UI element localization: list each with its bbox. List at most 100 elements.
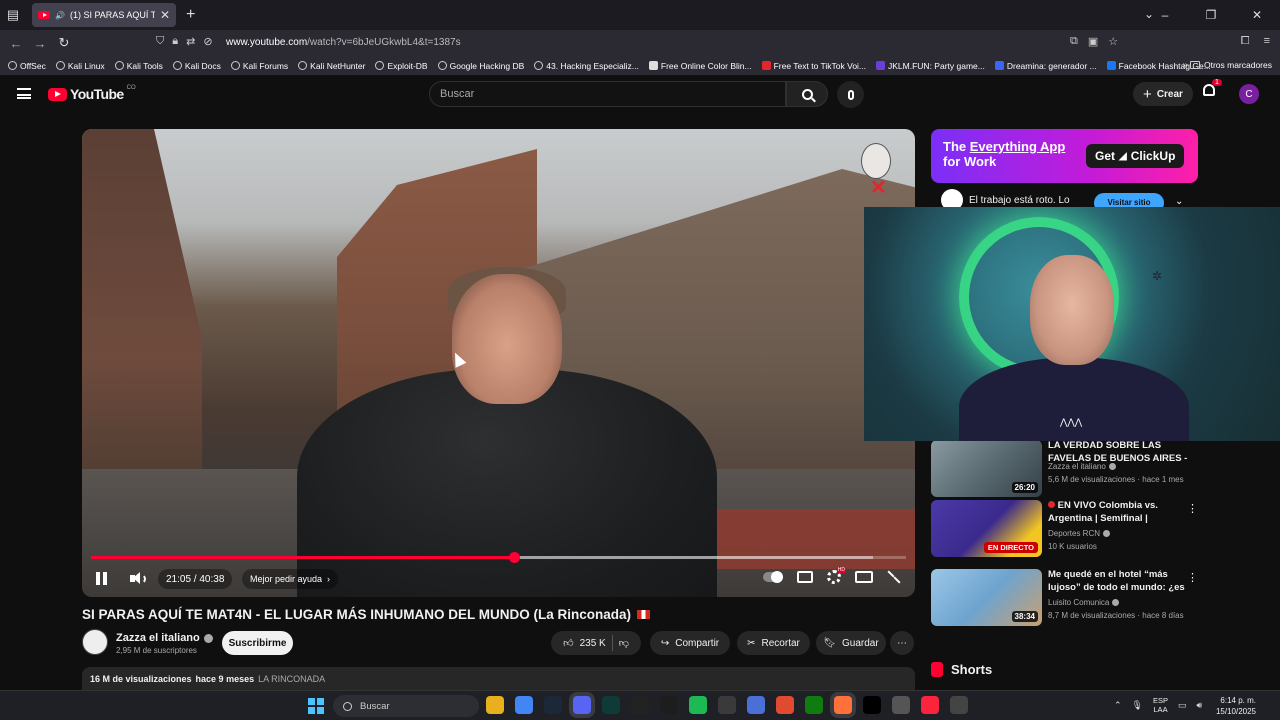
theater-mode-icon[interactable] — [855, 571, 873, 583]
url-bar[interactable]: www.youtube.com/watch?v=6bJeUGkwbL4&t=13… — [226, 37, 461, 48]
tracking-icon[interactable]: ⊘ — [203, 35, 212, 48]
bookmark-kali-tools[interactable]: Kali Tools — [114, 61, 163, 71]
maximize-icon[interactable]: ❐ — [1188, 8, 1234, 22]
taskbar-app-icon[interactable] — [718, 696, 736, 714]
bookmark-google-hacking-db[interactable]: Google Hacking DB — [437, 61, 524, 71]
account-avatar[interactable]: C — [1239, 84, 1259, 104]
bookmark-kali-linux[interactable]: Kali Linux — [55, 61, 105, 71]
bookmark-kali-forums[interactable]: Kali Forums — [230, 61, 288, 71]
bookmark-exploit-db[interactable]: Exploit-DB — [375, 61, 428, 71]
taskbar-app-icon[interactable] — [834, 696, 852, 714]
forward-icon[interactable]: → — [28, 36, 52, 51]
progress-bar[interactable] — [91, 552, 906, 563]
network-icon[interactable]: ▭ — [1178, 700, 1187, 711]
system-clock[interactable]: 6:14 p. m. 15/10/2025 — [1216, 695, 1256, 717]
recommendation-item[interactable]: 38:34 Me quedé en el hotel “más lujoso” … — [931, 569, 1198, 633]
permissions-icon[interactable]: ⇄ — [186, 35, 195, 48]
language-indicator[interactable]: ESP LAA — [1153, 696, 1168, 714]
recommendation-item[interactable]: 26:20 LA VERDAD SOBRE LAS FAVELAS DE BUE… — [931, 440, 1198, 504]
recommendation-title[interactable]: EN VIVO Colombia vs. Argentina | Semifin… — [1048, 500, 1188, 525]
channel-avatar[interactable] — [82, 629, 108, 655]
other-bookmarks[interactable]: Otros marcadores — [1189, 60, 1272, 70]
more-vertical-icon[interactable]: ⋮ — [1187, 571, 1198, 584]
taskbar-app-icon[interactable] — [805, 696, 823, 714]
bookmark-star-icon[interactable]: ☆ — [1108, 35, 1118, 48]
create-button[interactable]: + Crear — [1133, 82, 1193, 106]
taskbar-app-icon[interactable] — [747, 696, 765, 714]
recommendation-item[interactable]: EN DIRECTO EN VIVO Colombia vs. Argentin… — [931, 500, 1198, 564]
speaker-icon[interactable]: 🔊 — [55, 11, 65, 20]
picture-in-picture-icon[interactable]: ⧉ — [1070, 35, 1078, 48]
chevron-up-icon[interactable]: ⌃ — [1114, 700, 1122, 711]
youtube-logo[interactable]: YouTube CO — [48, 85, 136, 102]
recommendation-thumbnail[interactable]: EN DIRECTO — [931, 500, 1042, 557]
taskbar-app-icon[interactable] — [863, 696, 881, 714]
bookmark-kali-docs[interactable]: Kali Docs — [172, 61, 221, 71]
tab-close-icon[interactable]: ✕ — [160, 8, 170, 22]
bookmark-dreamina[interactable]: Dreamina: generador ... — [994, 61, 1097, 71]
taskbar-app-icon[interactable] — [486, 696, 504, 714]
bookmark-jklm[interactable]: JKLM.FUN: Party game... — [876, 61, 985, 71]
shield-icon[interactable]: ⛉ — [156, 35, 164, 48]
search-button[interactable] — [786, 81, 828, 107]
lock-icon[interactable]: 🔒︎ — [172, 35, 178, 48]
taskbar-search[interactable]: Buscar — [333, 695, 479, 717]
video-player[interactable]: ✕ — [82, 129, 915, 597]
taskbar-app-icon[interactable] — [515, 696, 533, 714]
taskbar-app-icon[interactable] — [776, 696, 794, 714]
notifications-button[interactable]: 1 — [1203, 79, 1222, 99]
window-close-icon[interactable]: ✕ — [1234, 8, 1280, 22]
bookmark-offsec[interactable]: OffSec — [8, 61, 46, 71]
taskbar-app-icon[interactable] — [631, 696, 649, 714]
taskbar-app-icon[interactable] — [950, 696, 968, 714]
tab-list-icon[interactable]: ▤ — [0, 0, 26, 30]
thumbs-down-icon[interactable]: 👎︎ — [619, 637, 629, 649]
minimize-icon[interactable]: – — [1142, 8, 1188, 22]
taskbar-app-icon[interactable] — [921, 696, 939, 714]
channel-name[interactable]: Zazza el italiano — [116, 632, 213, 644]
microphone-icon[interactable]: 🎙︎ — [1132, 700, 1143, 711]
recommendation-title[interactable]: Me quedé en el hotel “más lujoso” de tod… — [1048, 569, 1188, 594]
taskbar-app-icon[interactable] — [573, 696, 591, 714]
hamburger-menu-icon[interactable] — [17, 88, 31, 99]
more-actions-button[interactable]: ⋯ — [890, 631, 914, 655]
bookmark-tiktok-voice[interactable]: Free Text to TikTok Voi... — [761, 61, 866, 71]
taskbar-app-icon[interactable] — [892, 696, 910, 714]
recommendation-thumbnail[interactable]: 38:34 — [931, 569, 1042, 626]
chapter-button[interactable]: Mejor pedir ayuda › — [242, 569, 339, 589]
save-button[interactable]: 🔖︎ Guardar — [816, 631, 886, 655]
ad-cta[interactable]: Get ◢ ClickUp — [1086, 144, 1185, 168]
settings-gear-icon[interactable]: HD — [827, 567, 846, 584]
taskbar-app-icon[interactable] — [689, 696, 707, 714]
recommendation-thumbnail[interactable]: 26:20 — [931, 440, 1042, 497]
autoplay-toggle[interactable] — [763, 571, 783, 583]
bookmark-hacking-especializado[interactable]: 43. Hacking Especializ... — [534, 61, 639, 71]
search-input[interactable] — [440, 88, 785, 100]
chevron-down-icon[interactable]: ⌄ — [1175, 196, 1183, 207]
bookmark-kali-nethunter[interactable]: Kali NetHunter — [298, 61, 365, 71]
progress-scrubber[interactable] — [508, 552, 520, 563]
windows-start-icon[interactable] — [308, 698, 324, 714]
fullscreen-icon[interactable] — [887, 570, 901, 584]
subtitles-icon[interactable] — [797, 571, 813, 583]
channel-watermark[interactable]: ✕ — [858, 143, 896, 199]
extensions-icon[interactable]: ⧠ — [1241, 35, 1250, 48]
taskbar-app-icon[interactable] — [602, 696, 620, 714]
menu-icon[interactable]: ≡ — [1264, 35, 1270, 48]
back-icon[interactable]: ← — [4, 36, 28, 51]
more-vertical-icon[interactable]: ⋮ — [1187, 502, 1198, 515]
hashtag[interactable]: LA RINCONADA — [258, 674, 325, 690]
reload-icon[interactable]: ↻ — [52, 35, 76, 51]
like-count[interactable]: 235 K — [580, 638, 606, 649]
taskbar-app-icon[interactable] — [544, 696, 562, 714]
taskbar-app-icon[interactable] — [660, 696, 678, 714]
volume-icon[interactable]: 🔊︎ — [1197, 700, 1203, 711]
ad-banner[interactable]: The Everything App for Work Get ◢ ClickUp — [931, 129, 1198, 183]
clip-button[interactable]: ✂ Recortar — [737, 631, 810, 655]
browser-tab-youtube[interactable]: 🔊 (1) SI PARAS AQUÍ TE MAT4N ✕ — [32, 3, 176, 27]
subscribe-button[interactable]: Suscribirme — [222, 631, 293, 655]
volume-icon[interactable] — [130, 571, 148, 587]
thumbs-up-icon[interactable]: 👍︎ — [563, 637, 573, 649]
share-button[interactable]: ↪ Compartir — [650, 631, 730, 655]
more-bookmarks-icon[interactable]: » — [1182, 60, 1188, 71]
